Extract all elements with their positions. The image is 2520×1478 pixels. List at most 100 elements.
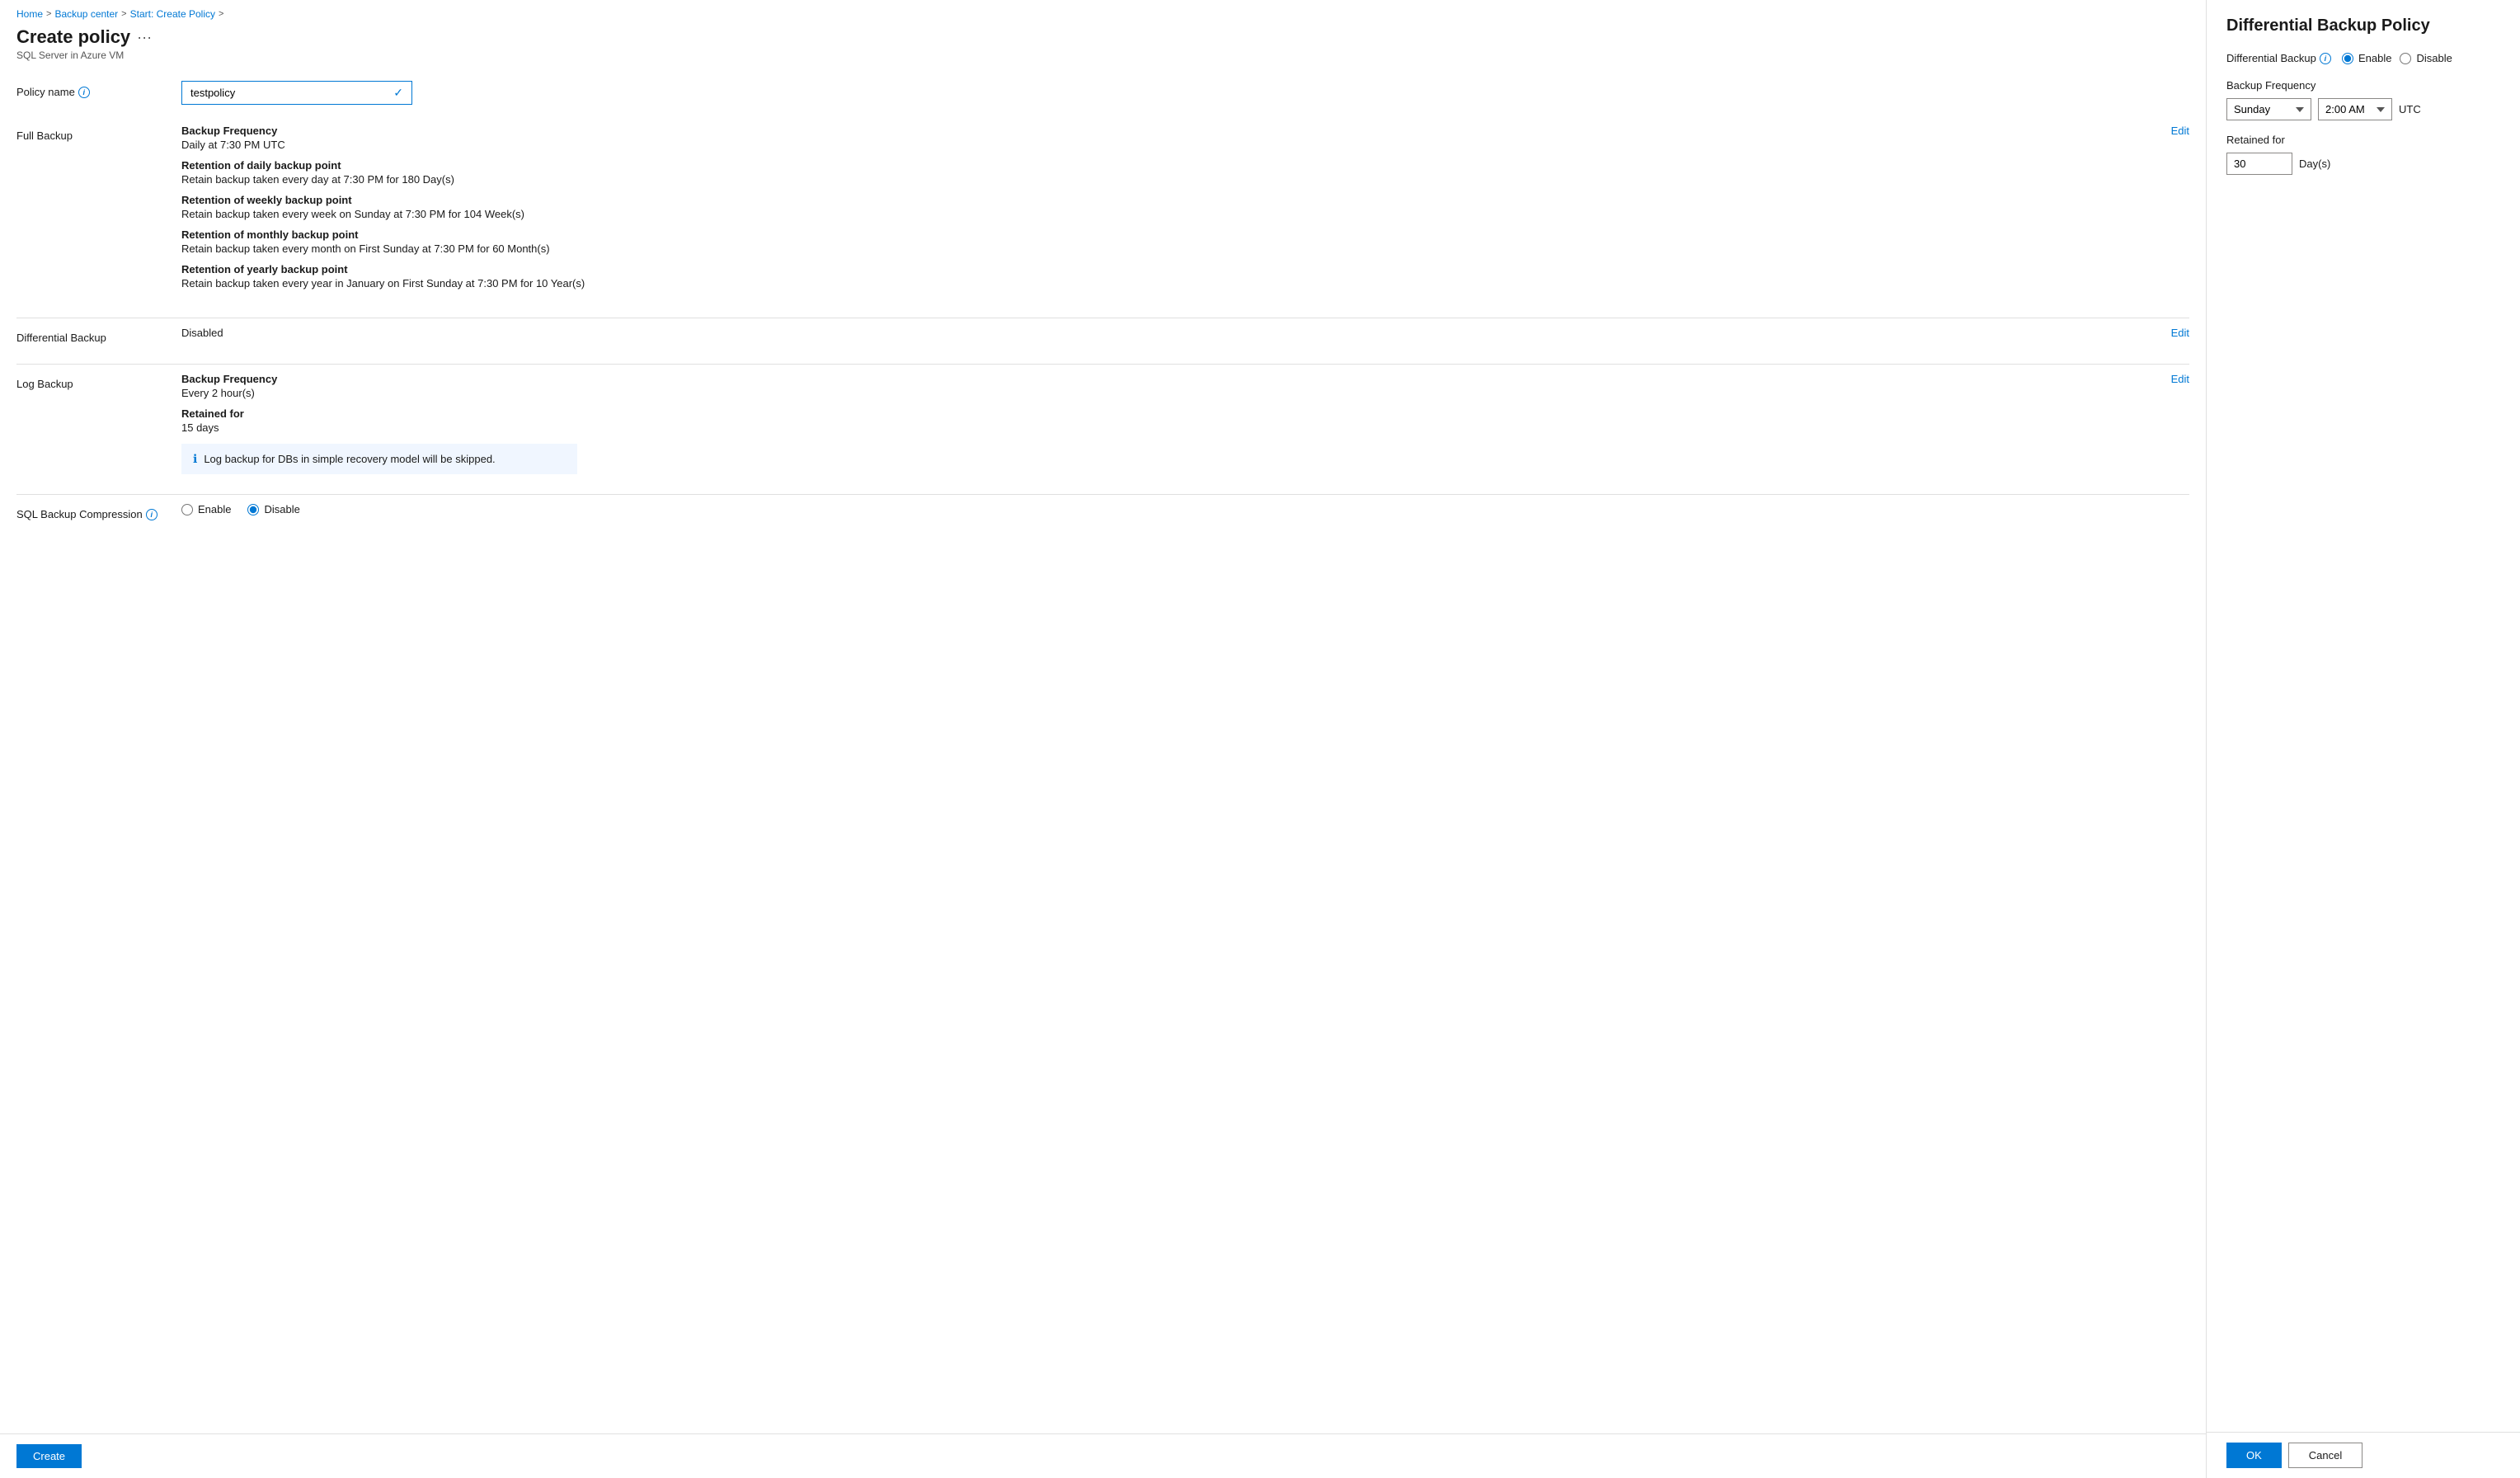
right-backup-frequency-label: Backup Frequency [2226, 79, 2500, 92]
log-backup-edit-link[interactable]: Edit [2158, 373, 2189, 385]
cancel-button[interactable]: Cancel [2288, 1443, 2362, 1468]
backup-frequency-block: Backup Frequency Daily at 7:30 PM UTC [181, 125, 2158, 151]
full-backup-details: Backup Frequency Daily at 7:30 PM UTC Re… [181, 125, 2158, 298]
full-backup-edit-link[interactable]: Edit [2158, 125, 2189, 137]
log-backup-details: Backup Frequency Every 2 hour(s) Retaine… [181, 373, 2158, 474]
retention-weekly-value: Retain backup taken every week on Sunday… [181, 208, 2158, 220]
retention-monthly-block: Retention of monthly backup point Retain… [181, 228, 2158, 255]
policy-name-content: testpolicy ✓ [181, 81, 2189, 105]
check-icon: ✓ [393, 86, 403, 100]
sql-compression-enable-label: Enable [198, 503, 231, 515]
right-panel-title: Differential Backup Policy [2226, 16, 2500, 35]
info-box-icon: ℹ [193, 452, 197, 466]
right-retained-input[interactable] [2226, 153, 2292, 175]
policy-name-row: Policy name i testpolicy ✓ [16, 81, 2189, 105]
sql-compression-enable-option[interactable]: Enable [181, 503, 231, 515]
page-title: Create policy [16, 26, 130, 48]
log-backup-frequency-value: Every 2 hour(s) [181, 387, 2158, 399]
right-time-select[interactable]: 12:00 AM 1:00 AM 2:00 AM 3:00 AM 4:00 AM… [2318, 98, 2392, 120]
right-retained-row: Day(s) [2226, 153, 2500, 175]
right-differential-backup-label: Differential Backup i [2226, 52, 2342, 64]
log-backup-content: Backup Frequency Every 2 hour(s) Retaine… [181, 373, 2189, 474]
log-backup-label: Log Backup [16, 373, 181, 390]
log-backup-retained-block: Retained for 15 days [181, 407, 2158, 434]
more-options-icon[interactable]: ··· [137, 29, 152, 46]
page-subtitle: SQL Server in Azure VM [16, 49, 2189, 61]
full-backup-content: Backup Frequency Daily at 7:30 PM UTC Re… [181, 125, 2189, 298]
right-frequency-selects: Sunday Monday Tuesday Wednesday Thursday… [2226, 98, 2500, 120]
retention-yearly-block: Retention of yearly backup point Retain … [181, 263, 2158, 289]
sql-compression-disable-radio[interactable] [247, 504, 259, 515]
right-enable-radio[interactable] [2342, 53, 2353, 64]
sql-backup-compression-row: SQL Backup Compression i Enable Disable [16, 503, 2189, 520]
create-button[interactable]: Create [16, 1444, 82, 1468]
sql-compression-enable-radio[interactable] [181, 504, 193, 515]
right-day-select[interactable]: Sunday Monday Tuesday Wednesday Thursday… [2226, 98, 2311, 120]
policy-name-info-icon[interactable]: i [78, 87, 90, 98]
differential-backup-edit-link[interactable]: Edit [2158, 327, 2189, 339]
retention-monthly-value: Retain backup taken every month on First… [181, 242, 2158, 255]
differential-backup-label: Differential Backup [16, 327, 181, 344]
breadcrumb-backup-center[interactable]: Backup center [54, 8, 118, 20]
retention-daily-title: Retention of daily backup point [181, 159, 2158, 172]
backup-frequency-title: Backup Frequency [181, 125, 2158, 137]
page-header: Create policy ··· SQL Server in Azure VM [0, 23, 2206, 68]
differential-backup-content: Disabled Edit [181, 327, 2189, 339]
full-backup-label: Full Backup [16, 125, 181, 142]
right-disable-label: Disable [2416, 52, 2452, 64]
timezone-label: UTC [2399, 103, 2421, 115]
breadcrumb-home[interactable]: Home [16, 8, 43, 20]
differential-backup-row: Differential Backup Disabled Edit [16, 327, 2189, 344]
right-enable-option[interactable]: Enable [2342, 52, 2391, 64]
sql-backup-compression-content: Enable Disable [181, 503, 2189, 515]
policy-name-field[interactable]: testpolicy [190, 87, 380, 99]
sql-compression-disable-option[interactable]: Disable [247, 503, 299, 515]
differential-backup-status: Disabled [181, 327, 223, 339]
log-backup-retained-title: Retained for [181, 407, 2158, 420]
right-differential-backup-control: Enable Disable [2342, 52, 2500, 64]
backup-frequency-value: Daily at 7:30 PM UTC [181, 139, 2158, 151]
info-box-message: Log backup for DBs in simple recovery mo… [204, 453, 495, 465]
full-backup-section-row: Backup Frequency Daily at 7:30 PM UTC Re… [181, 125, 2189, 298]
sql-compression-disable-label: Disable [264, 503, 299, 515]
right-bottom-bar: OK Cancel [2207, 1432, 2520, 1478]
retention-yearly-value: Retain backup taken every year in Januar… [181, 277, 2158, 289]
retention-weekly-title: Retention of weekly backup point [181, 194, 2158, 206]
retention-monthly-title: Retention of monthly backup point [181, 228, 2158, 241]
breadcrumb-sep3: > [219, 9, 223, 19]
log-backup-section-row: Backup Frequency Every 2 hour(s) Retaine… [181, 373, 2189, 474]
breadcrumb-current: Start: Create Policy [130, 8, 215, 20]
breadcrumb-sep1: > [46, 9, 51, 19]
log-backup-retained-value: 15 days [181, 421, 2158, 434]
right-retained-for-label: Retained for [2226, 134, 2500, 146]
retention-yearly-title: Retention of yearly backup point [181, 263, 2158, 275]
sql-compression-info-icon[interactable]: i [146, 509, 158, 520]
policy-name-label: Policy name i [16, 81, 181, 98]
differential-backup-section-row: Disabled Edit [181, 327, 2189, 339]
retention-weekly-block: Retention of weekly backup point Retain … [181, 194, 2158, 220]
full-backup-row: Full Backup Backup Frequency Daily at 7:… [16, 125, 2189, 298]
log-backup-info-box: ℹ Log backup for DBs in simple recovery … [181, 444, 577, 474]
log-backup-row: Log Backup Backup Frequency Every 2 hour… [16, 373, 2189, 474]
breadcrumb-sep2: > [121, 9, 126, 19]
policy-name-input-wrapper: testpolicy ✓ [181, 81, 412, 105]
divider-3 [16, 494, 2189, 495]
divider-2 [16, 364, 2189, 365]
retention-daily-value: Retain backup taken every day at 7:30 PM… [181, 173, 2158, 186]
right-panel: Differential Backup Policy Differential … [2207, 0, 2520, 1478]
breadcrumb: Home > Backup center > Start: Create Pol… [0, 0, 2206, 23]
sql-compression-radio-group: Enable Disable [181, 503, 2189, 515]
ok-button[interactable]: OK [2226, 1443, 2282, 1468]
right-differential-backup-row: Differential Backup i Enable Disable [2226, 52, 2500, 64]
log-backup-frequency-block: Backup Frequency Every 2 hour(s) [181, 373, 2158, 399]
right-enable-label: Enable [2358, 52, 2391, 64]
bottom-bar: Create [0, 1433, 2206, 1478]
right-disable-radio[interactable] [2400, 53, 2411, 64]
right-retained-unit: Day(s) [2299, 158, 2330, 170]
right-panel-content: Differential Backup Policy Differential … [2207, 0, 2520, 1432]
sql-backup-compression-label: SQL Backup Compression i [16, 503, 181, 520]
log-backup-frequency-title: Backup Frequency [181, 373, 2158, 385]
right-differential-info-icon[interactable]: i [2320, 53, 2331, 64]
retention-daily-block: Retention of daily backup point Retain b… [181, 159, 2158, 186]
right-disable-option[interactable]: Disable [2400, 52, 2452, 64]
